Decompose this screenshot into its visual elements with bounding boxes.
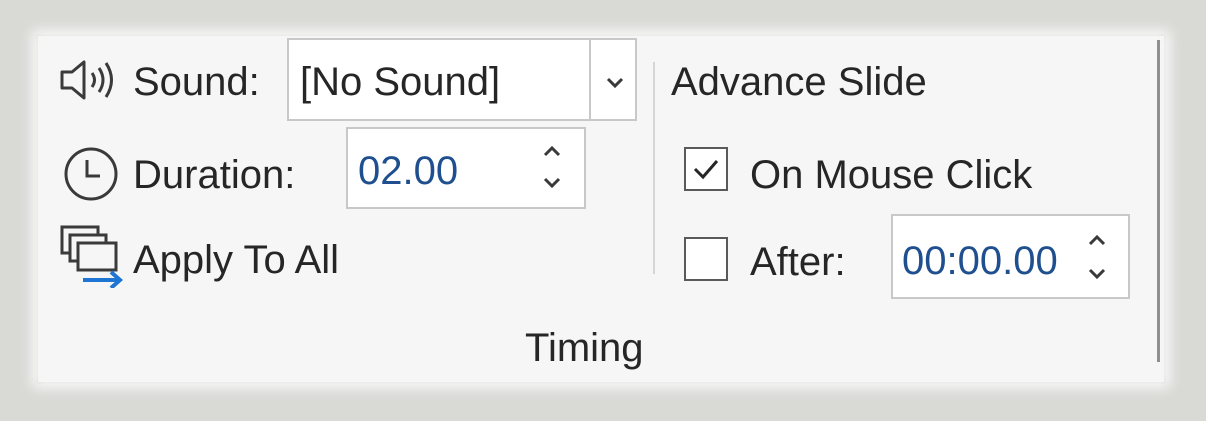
group-label-timing: Timing	[525, 326, 644, 370]
spin-down-icon[interactable]	[543, 177, 561, 189]
duration-label: Duration:	[133, 153, 296, 197]
spin-up-icon[interactable]	[543, 145, 561, 157]
checkmark-icon	[693, 160, 719, 180]
apply-to-all-button[interactable]: Apply To All	[133, 240, 339, 280]
chevron-down-icon[interactable]	[605, 76, 625, 90]
after-checkbox[interactable]	[684, 237, 728, 281]
clock-icon	[57, 144, 125, 204]
dropdown-separator	[589, 40, 591, 119]
group-separator	[1157, 40, 1160, 362]
duration-spinner[interactable]: 02.00	[346, 127, 586, 209]
spin-up-icon[interactable]	[1088, 234, 1106, 246]
sound-dropdown-value: [No Sound]	[300, 60, 501, 104]
sound-dropdown[interactable]: [No Sound]	[287, 38, 637, 121]
after-value: 00:00.00	[902, 239, 1058, 283]
section-divider	[653, 62, 655, 274]
on-mouse-click-checkbox[interactable]	[684, 147, 728, 191]
on-mouse-click-label[interactable]: On Mouse Click	[750, 155, 1032, 195]
duration-spin-buttons[interactable]	[540, 141, 564, 193]
spin-down-icon[interactable]	[1088, 268, 1106, 280]
duration-value: 02.00	[358, 149, 459, 193]
advance-slide-title: Advance Slide	[671, 60, 927, 104]
after-spinner[interactable]: 00:00.00	[891, 214, 1130, 299]
speaker-icon	[56, 58, 122, 102]
sound-label: Sound:	[133, 60, 260, 104]
apply-to-all-icon[interactable]	[59, 224, 129, 290]
after-label[interactable]: After:	[750, 242, 846, 282]
after-spin-buttons[interactable]	[1085, 230, 1109, 284]
